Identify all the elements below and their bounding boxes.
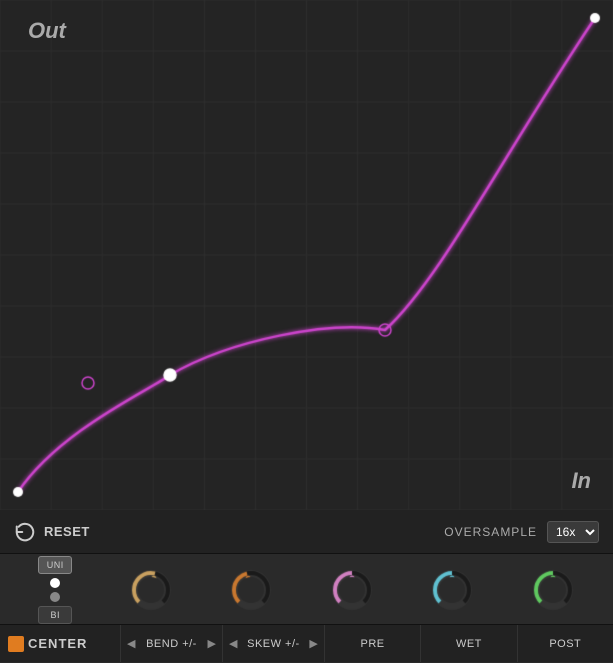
pre-label: PRE <box>343 638 403 650</box>
center-dot <box>8 636 24 652</box>
bi-button[interactable]: BI <box>38 606 72 624</box>
pre-control: PRE <box>324 625 420 662</box>
skew-control: ◀ SKEW +/- ▶ <box>222 625 324 662</box>
pre-knob-group <box>327 565 377 615</box>
post-knob[interactable] <box>528 565 578 615</box>
bend-right-arrow[interactable]: ▶ <box>201 637 221 650</box>
post-label: POST <box>535 638 595 650</box>
wet-knob-group <box>427 565 477 615</box>
out-label: Out <box>28 18 66 44</box>
controls-area: RESET OVERSAMPLE 1x 2x 4x 8x 16x UNI BI <box>0 510 613 663</box>
bend-left-arrow[interactable]: ◀ <box>121 637 141 650</box>
skew-param-label: SKEW +/- <box>243 638 303 650</box>
wet-control: WET <box>420 625 516 662</box>
uni-bi-group: UNI BI <box>35 556 75 624</box>
reset-button[interactable]: RESET <box>14 521 90 543</box>
oversample-label: OVERSAMPLE <box>444 525 537 539</box>
curve-display[interactable]: Out In <box>0 0 613 510</box>
skew-knob-group <box>226 565 276 615</box>
labels-row: CENTER ◀ BEND +/- ▶ ◀ SKEW +/- ▶ PRE WET… <box>0 624 613 662</box>
pre-knob[interactable] <box>327 565 377 615</box>
wet-label: WET <box>439 638 499 650</box>
oversample-group: OVERSAMPLE 1x 2x 4x 8x 16x <box>444 521 599 543</box>
knobs-row: UNI BI <box>0 554 613 624</box>
in-label: In <box>571 468 591 494</box>
reset-label: RESET <box>44 524 90 539</box>
curve-canvas <box>0 0 613 510</box>
post-control: POST <box>517 625 613 662</box>
reset-icon <box>14 521 36 543</box>
bend-param-label: BEND +/- <box>141 638 201 650</box>
oversample-select[interactable]: 1x 2x 4x 8x 16x <box>547 521 599 543</box>
wet-knob[interactable] <box>427 565 477 615</box>
uni-dot <box>50 578 60 588</box>
uni-button[interactable]: UNI <box>38 556 72 574</box>
bend-knob-group <box>126 565 176 615</box>
post-knob-group <box>528 565 578 615</box>
skew-knob[interactable] <box>226 565 276 615</box>
bend-control: ◀ BEND +/- ▶ <box>120 625 222 662</box>
center-text: CENTER <box>28 636 87 651</box>
bi-dot <box>50 592 60 602</box>
center-label-group: CENTER <box>0 625 120 662</box>
skew-left-arrow[interactable]: ◀ <box>223 637 243 650</box>
skew-right-arrow[interactable]: ▶ <box>303 637 323 650</box>
top-controls: RESET OVERSAMPLE 1x 2x 4x 8x 16x <box>0 510 613 554</box>
bend-knob[interactable] <box>126 565 176 615</box>
